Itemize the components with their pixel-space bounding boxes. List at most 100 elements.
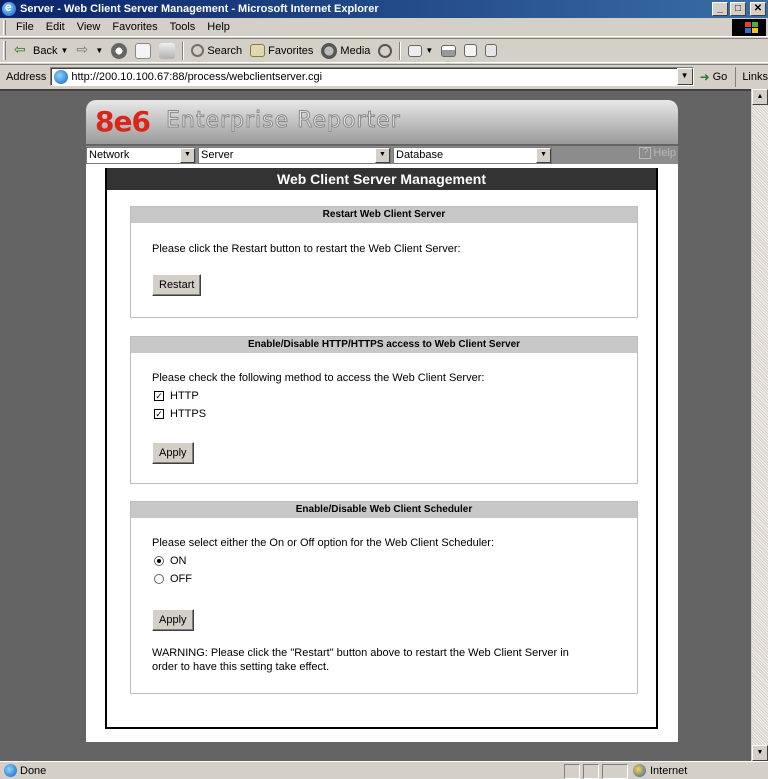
mail-icon xyxy=(408,44,423,57)
menu-edit[interactable]: Edit xyxy=(40,21,71,33)
favorites-button[interactable]: Favorites xyxy=(246,40,317,62)
server-dropdown-icon[interactable]: ▼ xyxy=(375,147,390,163)
restart-instruction: Please click the Restart button to resta… xyxy=(152,243,461,255)
menu-bar: File Edit View Favorites Tools Help xyxy=(0,18,768,37)
forward-button[interactable]: ▼ xyxy=(72,40,107,62)
server-select-value: Server xyxy=(201,148,234,161)
go-button[interactable]: ➜ Go xyxy=(700,70,728,84)
logo-8e6: 8e6 xyxy=(95,105,151,138)
scheduler-off-label: OFF xyxy=(170,573,192,585)
media-icon xyxy=(321,42,338,59)
scheduler-apply-button[interactable]: Apply xyxy=(152,609,194,631)
nav-row: Network ▼ Server ▼ Database ▼ ? Help xyxy=(86,146,678,164)
access-panel-heading: Enable/Disable HTTP/HTTPS access to Web … xyxy=(131,337,637,353)
status-cell-progress xyxy=(564,764,580,779)
menu-favorites[interactable]: Favorites xyxy=(106,21,163,33)
scheduler-on-label: ON xyxy=(170,555,187,567)
page-content: Web Client Server Management Restart Web… xyxy=(86,164,678,742)
print-button[interactable] xyxy=(437,40,460,62)
scheduler-off-option[interactable]: OFF xyxy=(154,573,192,585)
app-banner: 8e6 Enterprise Reporter xyxy=(86,100,678,144)
scroll-up-icon[interactable]: ▲ xyxy=(752,89,768,105)
scroll-down-icon[interactable]: ▼ xyxy=(752,745,768,761)
scheduler-panel-heading: Enable/Disable Web Client Scheduler xyxy=(131,502,637,518)
toolbar-separator xyxy=(182,41,185,60)
favorites-label: Favorites xyxy=(268,44,314,57)
page-icon xyxy=(54,69,69,84)
edit-button[interactable] xyxy=(460,40,481,62)
forward-dropdown-icon[interactable]: ▼ xyxy=(95,46,103,55)
server-select[interactable]: Server ▼ xyxy=(198,146,391,164)
media-button[interactable]: Media xyxy=(317,40,374,62)
menu-view[interactable]: View xyxy=(71,21,107,33)
scheduler-off-radio[interactable] xyxy=(154,574,164,584)
http-checkbox[interactable]: ✓ xyxy=(154,391,164,401)
menu-help[interactable]: Help xyxy=(201,21,236,33)
search-icon xyxy=(191,44,205,57)
refresh-button[interactable] xyxy=(131,40,155,62)
stop-icon xyxy=(111,42,128,59)
refresh-icon xyxy=(135,42,152,59)
discuss-button[interactable] xyxy=(481,40,501,62)
database-dropdown-icon[interactable]: ▼ xyxy=(536,147,551,163)
close-button[interactable]: ✕ xyxy=(750,2,766,16)
history-icon xyxy=(378,43,393,58)
stop-button[interactable] xyxy=(107,40,131,62)
status-text: Done xyxy=(20,764,47,777)
history-button[interactable] xyxy=(374,40,396,62)
address-url[interactable]: http://200.10.100.67:88/process/webclien… xyxy=(71,71,322,83)
go-arrow-icon: ➜ xyxy=(699,69,710,84)
mail-dropdown-icon[interactable]: ▼ xyxy=(425,46,433,55)
network-dropdown-icon[interactable]: ▼ xyxy=(180,147,195,163)
address-dropdown-icon[interactable]: ▼ xyxy=(676,68,693,85)
vertical-scrollbar[interactable]: ▲ ▼ xyxy=(751,89,768,761)
back-button[interactable]: Back ▼ xyxy=(10,40,72,62)
scheduler-warning-line2: order to have this setting take effect. xyxy=(152,661,330,673)
mail-button[interactable]: ▼ xyxy=(404,40,437,62)
window-title: Server - Web Client Server Management - … xyxy=(20,3,379,15)
windows-logo-icon xyxy=(732,19,766,36)
address-bar: Address http://200.10.100.67:88/process/… xyxy=(0,64,768,88)
restart-button[interactable]: Restart xyxy=(152,274,202,296)
restart-panel-heading: Restart Web Client Server xyxy=(131,207,637,223)
back-arrow-icon xyxy=(14,41,30,59)
restart-panel: Restart Web Client Server Please click t… xyxy=(130,206,638,318)
status-cell-extra xyxy=(602,764,628,779)
edit-icon xyxy=(464,44,478,57)
toolbar-grip xyxy=(3,41,6,60)
scheduler-on-option[interactable]: ON xyxy=(154,555,187,567)
access-panel: Enable/Disable HTTP/HTTPS access to Web … xyxy=(130,336,638,484)
database-select-value: Database xyxy=(396,148,444,161)
page-done-icon xyxy=(4,764,17,777)
favorites-icon xyxy=(250,44,266,57)
minimize-button[interactable]: _ xyxy=(712,2,728,16)
http-label: HTTP xyxy=(170,390,199,402)
ie-icon xyxy=(2,0,16,16)
https-option[interactable]: ✓ HTTPS xyxy=(154,408,206,420)
print-icon xyxy=(441,44,457,57)
address-input[interactable]: http://200.10.100.67:88/process/webclien… xyxy=(50,67,694,86)
menu-file[interactable]: File xyxy=(10,21,40,33)
media-label: Media xyxy=(340,44,371,57)
window-controls: _ □ ✕ xyxy=(712,2,766,16)
home-button[interactable] xyxy=(155,40,179,62)
network-select[interactable]: Network ▼ xyxy=(86,146,196,164)
scheduler-on-radio[interactable] xyxy=(154,556,164,566)
toolbar-separator-2 xyxy=(399,41,402,60)
search-button[interactable]: Search xyxy=(187,40,246,62)
http-option[interactable]: ✓ HTTP xyxy=(154,390,199,402)
internet-zone-icon xyxy=(633,764,646,777)
maximize-button[interactable]: □ xyxy=(730,2,746,16)
https-checkbox[interactable]: ✓ xyxy=(154,409,164,419)
links-button[interactable]: Links xyxy=(735,66,768,87)
help-icon: ? xyxy=(639,147,652,159)
help-link[interactable]: ? Help xyxy=(639,147,676,159)
toolbar: Back ▼ ▼ Search Favorites Media ▼ xyxy=(0,38,768,63)
back-dropdown-icon[interactable]: ▼ xyxy=(60,46,68,55)
forward-arrow-icon xyxy=(76,41,92,59)
menu-tools[interactable]: Tools xyxy=(164,21,202,33)
status-bar: Done Internet xyxy=(0,761,768,779)
access-apply-button[interactable]: Apply xyxy=(152,442,194,464)
status-cell-lock xyxy=(583,764,599,779)
database-select[interactable]: Database ▼ xyxy=(393,146,552,164)
